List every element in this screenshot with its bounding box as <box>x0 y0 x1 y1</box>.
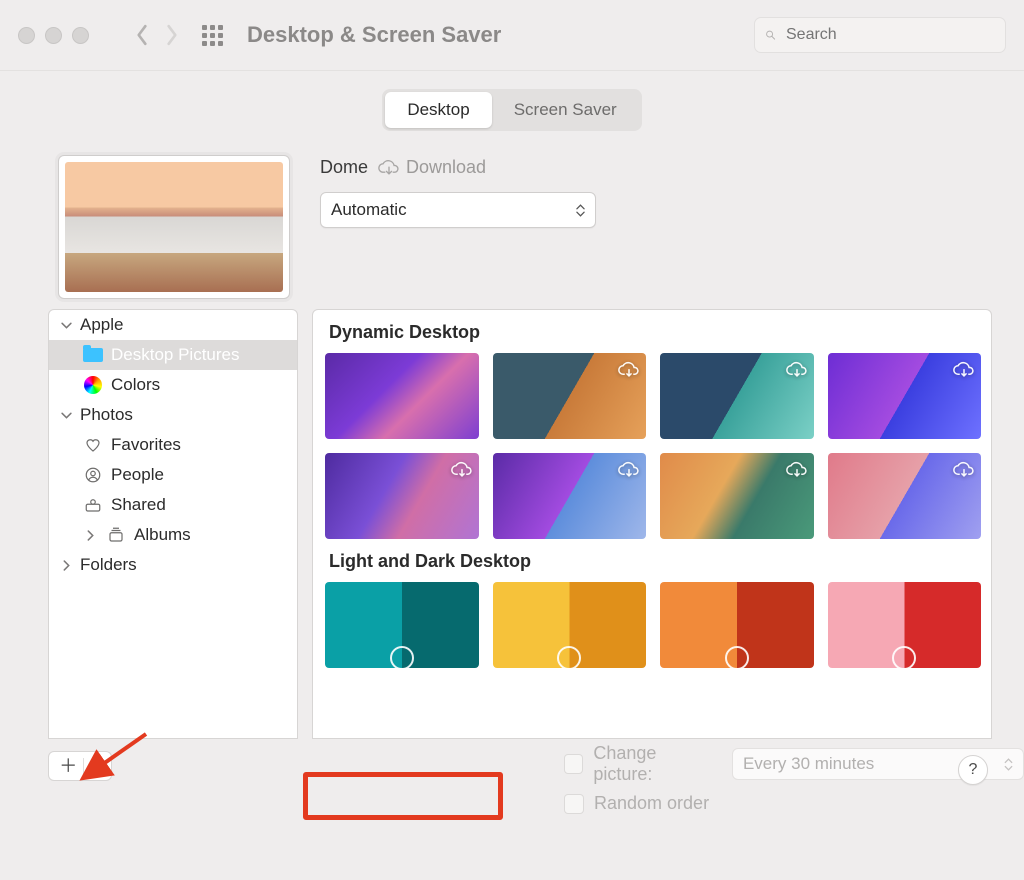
sidebar-item-shared[interactable]: Shared <box>49 490 297 520</box>
pane-title: Desktop & Screen Saver <box>247 22 501 48</box>
chevron-right-icon <box>61 560 72 571</box>
section-light-dark-desktop: Light and Dark Desktop <box>329 551 981 572</box>
light-dark-icon <box>557 646 581 668</box>
search-field[interactable] <box>754 17 1006 53</box>
sidebar-item-label: Favorites <box>111 435 181 455</box>
light-dark-icon <box>390 646 414 668</box>
back-button[interactable] <box>127 20 157 50</box>
help-button[interactable]: ? <box>958 755 988 785</box>
close-window-button[interactable] <box>18 27 35 44</box>
wallpaper-gallery[interactable]: Dynamic Desktop Light and Dark Desktop <box>312 309 992 739</box>
sidebar-item-label: Shared <box>111 495 166 515</box>
cloud-download-icon <box>786 359 808 386</box>
wallpaper-thumb[interactable] <box>660 353 814 439</box>
updown-icon <box>1004 758 1013 771</box>
cloud-download-icon <box>618 359 640 386</box>
cloud-download-icon <box>786 459 808 486</box>
wallpaper-thumb[interactable] <box>828 582 982 668</box>
sidebar-item-label: Albums <box>134 525 191 545</box>
sidebar-item-colors[interactable]: Colors <box>49 370 297 400</box>
sidebar-item-label: People <box>111 465 164 485</box>
wallpaper-thumb[interactable] <box>493 453 647 539</box>
download-label: Download <box>406 157 486 178</box>
folder-icon <box>83 348 103 362</box>
source-sidebar[interactable]: Apple Desktop Pictures Colors Photos Fav… <box>48 309 298 739</box>
sidebar-item-label: Colors <box>111 375 160 395</box>
zoom-window-button[interactable] <box>72 27 89 44</box>
wallpaper-thumb[interactable] <box>325 582 479 668</box>
traffic-lights <box>18 27 89 44</box>
cloud-download-icon <box>378 159 400 177</box>
sidebar-group-apple[interactable]: Apple <box>49 310 297 340</box>
tab-screensaver[interactable]: Screen Saver <box>492 92 639 128</box>
sidebar-item-desktop-pictures[interactable]: Desktop Pictures <box>49 340 297 370</box>
chevron-down-icon <box>61 410 72 421</box>
chevron-right-icon <box>85 530 96 541</box>
updown-icon <box>576 204 585 217</box>
show-all-icon[interactable] <box>199 22 225 48</box>
light-dark-icon <box>892 646 916 668</box>
appearance-mode-value: Automatic <box>331 200 407 220</box>
cloud-download-icon <box>953 359 975 386</box>
sidebar-group-photos[interactable]: Photos <box>49 400 297 430</box>
wallpaper-thumb[interactable] <box>660 453 814 539</box>
sidebar-group-label: Apple <box>80 315 123 335</box>
colorwheel-icon <box>84 376 102 394</box>
appearance-mode-select[interactable]: Automatic <box>320 192 596 228</box>
current-wallpaper-preview <box>58 155 290 299</box>
cloud-download-icon <box>451 459 473 486</box>
sidebar-item-people[interactable]: People <box>49 460 297 490</box>
cloud-download-icon <box>953 459 975 486</box>
wallpaper-thumb[interactable] <box>493 353 647 439</box>
sidebar-group-label: Photos <box>80 405 133 425</box>
shared-icon <box>83 495 103 515</box>
wallpaper-thumb[interactable] <box>325 453 479 539</box>
wallpaper-thumb[interactable] <box>828 453 982 539</box>
change-picture-label: Change picture: <box>593 743 716 785</box>
light-dark-icon <box>725 646 749 668</box>
sidebar-item-albums[interactable]: Albums <box>49 520 297 550</box>
wallpaper-thumb[interactable] <box>828 353 982 439</box>
person-circle-icon <box>83 465 103 485</box>
minimize-window-button[interactable] <box>45 27 62 44</box>
sidebar-group-folders[interactable]: Folders <box>49 550 297 580</box>
sidebar-item-label: Desktop Pictures <box>111 345 240 365</box>
sidebar-item-favorites[interactable]: Favorites <box>49 430 297 460</box>
add-remove-source: ＋ − <box>48 751 112 781</box>
sidebar-group-label: Folders <box>80 555 137 575</box>
random-order-label: Random order <box>594 793 709 814</box>
tab-bar: Desktop Screen Saver <box>0 89 1024 131</box>
section-dynamic-desktop: Dynamic Desktop <box>329 322 981 343</box>
tab-desktop[interactable]: Desktop <box>385 92 491 128</box>
add-source-button[interactable]: ＋ <box>59 757 77 775</box>
search-icon <box>765 27 776 43</box>
stack-icon <box>106 525 126 545</box>
wallpaper-thumb[interactable] <box>660 582 814 668</box>
window-toolbar: Desktop & Screen Saver <box>0 0 1024 71</box>
forward-button[interactable] <box>157 20 187 50</box>
cloud-download-icon <box>618 459 640 486</box>
change-picture-checkbox[interactable] <box>564 754 583 774</box>
wallpaper-thumb[interactable] <box>325 353 479 439</box>
change-interval-value: Every 30 minutes <box>743 754 874 774</box>
random-order-checkbox[interactable] <box>564 794 584 814</box>
chevron-down-icon <box>61 320 72 331</box>
search-input[interactable] <box>784 25 995 45</box>
heart-icon <box>83 435 103 455</box>
download-button[interactable]: Download <box>378 157 486 178</box>
wallpaper-thumb[interactable] <box>493 582 647 668</box>
current-wallpaper-name: Dome <box>320 157 368 178</box>
remove-source-button[interactable]: − <box>90 757 101 775</box>
